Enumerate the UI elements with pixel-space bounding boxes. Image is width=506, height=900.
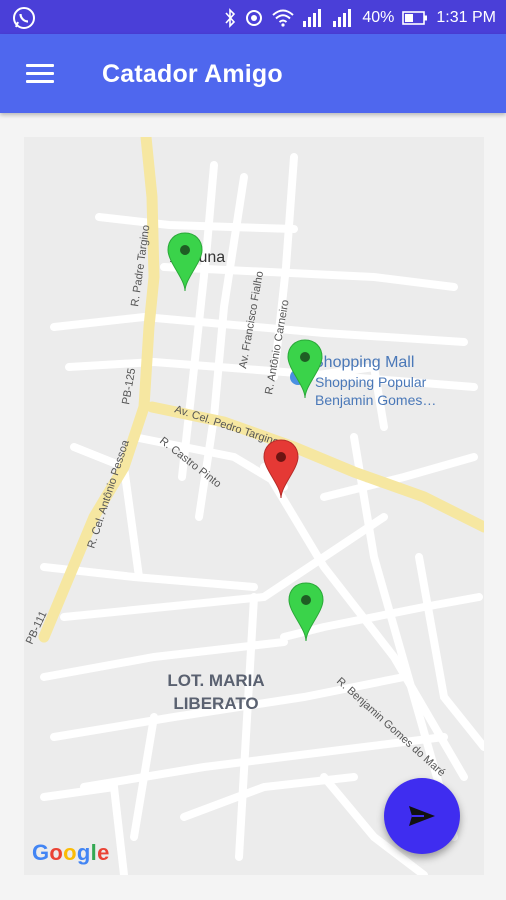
place-label-shopping-popular: Shopping Popular xyxy=(315,374,427,390)
hamburger-menu-icon[interactable] xyxy=(26,64,54,84)
map-marker-green[interactable] xyxy=(167,232,203,292)
battery-percent: 40% xyxy=(362,9,395,26)
sync-icon xyxy=(246,10,263,26)
app-toolbar: Catador Amigo xyxy=(0,34,506,113)
street-grid xyxy=(40,153,484,875)
status-bar: 40% 1:31 PM xyxy=(0,0,506,34)
district-label-line1: LOT. MARIA xyxy=(167,671,264,690)
map-marker-red[interactable] xyxy=(263,439,299,499)
place-label-benjamin-gomes: Benjamin Gomes… xyxy=(315,392,436,408)
street-label-antonio-carneiro: R. Antônio Carneiro xyxy=(263,299,291,396)
place-label-shopping-mall: Shopping Mall xyxy=(313,354,414,371)
street-label-francisco-fialho: Av. Francisco Fialho xyxy=(237,270,266,369)
wifi-icon xyxy=(272,9,295,27)
signal-icon xyxy=(303,9,322,27)
page-title: Catador Amigo xyxy=(102,60,283,88)
clock: 1:31 PM xyxy=(436,9,496,26)
battery-icon xyxy=(402,11,428,25)
send-icon xyxy=(409,806,435,826)
google-logo: Google xyxy=(32,840,110,865)
send-button[interactable] xyxy=(384,778,460,854)
whatsapp-icon xyxy=(13,7,35,29)
bluetooth-icon xyxy=(225,8,236,28)
road-label-pb125: PB-125 xyxy=(120,367,138,405)
map-view[interactable]: R. Padre Targino PB-125 R. Cel. Antônio … xyxy=(24,137,484,875)
signal-icon xyxy=(333,9,352,27)
district-label-line2: LIBERATO xyxy=(173,694,258,713)
